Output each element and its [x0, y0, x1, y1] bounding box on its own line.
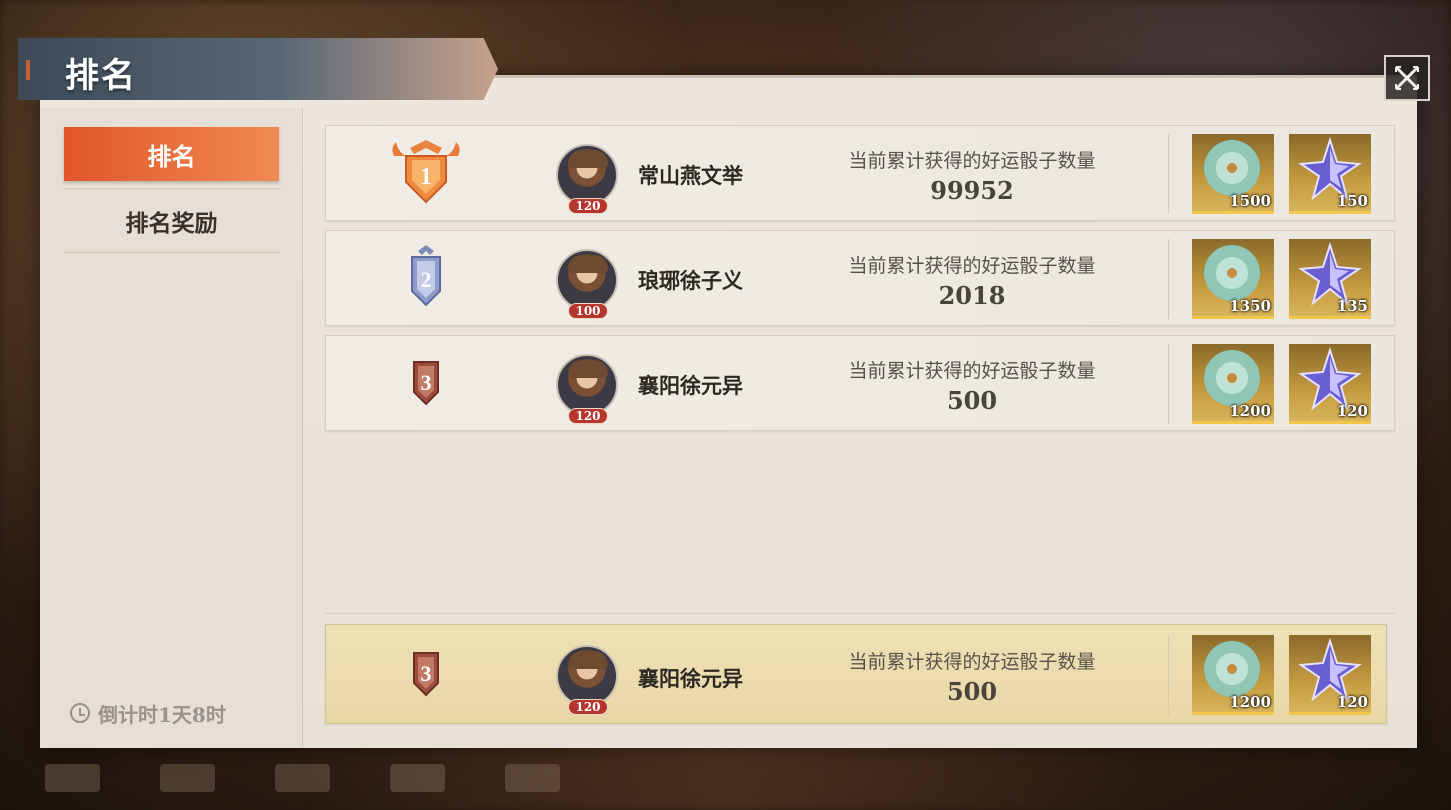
reward-item[interactable]: 1200 [1192, 344, 1274, 424]
reward-count: 135 [1336, 297, 1368, 315]
self-ranking-row: 3 120 襄阳徐元异 当前累计获得的好运骰子数量 500 1200 120 [325, 624, 1387, 724]
sidebar: 排名 排名奖励 倒计时1天8时 [40, 108, 303, 748]
rank-badge-gold-icon: 1 [388, 138, 464, 208]
jade-disc-icon [1204, 641, 1260, 697]
reward-count: 1200 [1229, 402, 1271, 420]
close-button[interactable] [1384, 55, 1430, 101]
rank-number: 3 [421, 370, 432, 395]
avatar[interactable] [556, 144, 618, 206]
reward-item[interactable]: 150 [1289, 134, 1371, 214]
divider [1168, 134, 1169, 214]
rank-number: 3 [421, 661, 432, 686]
level-badge: 120 [568, 198, 608, 214]
rank-number: 2 [421, 267, 432, 292]
player-name: 襄阳徐元异 [638, 666, 743, 691]
rank-badge-bronze-icon: 3 [388, 348, 464, 418]
avatar[interactable] [556, 645, 618, 707]
divider [1168, 239, 1169, 319]
ranking-row: 2 100 琅琊徐子义 当前累计获得的好运骰子数量 2018 1350 135 [325, 230, 1395, 326]
reward-item[interactable]: 1350 [1192, 239, 1274, 319]
jade-disc-icon [1204, 350, 1260, 406]
avatar[interactable] [556, 354, 618, 416]
player-name: 琅琊徐子义 [638, 268, 743, 293]
ranking-row: 1 120 常山燕文举 当前累计获得的好运骰子数量 99952 1500 150 [325, 125, 1395, 221]
jade-disc-icon [1204, 140, 1260, 196]
close-icon [1394, 65, 1420, 91]
stat-value: 500 [946, 386, 998, 415]
reward-count: 120 [1336, 402, 1368, 420]
jade-disc-icon [1204, 245, 1260, 301]
sidebar-tab-ranking[interactable]: 排名 [64, 127, 279, 181]
level-badge: 100 [568, 303, 608, 319]
rank-number: 1 [420, 164, 432, 190]
divider [325, 613, 1395, 614]
divider [64, 188, 279, 189]
level-badge: 120 [568, 408, 608, 424]
reward-count: 120 [1336, 693, 1368, 711]
reward-count: 1500 [1229, 192, 1271, 210]
stat-label: 当前累计获得的好运骰子数量 [848, 255, 1096, 277]
player-name: 常山燕文举 [638, 163, 743, 188]
player-name: 襄阳徐元异 [638, 373, 743, 398]
reward-count: 150 [1336, 192, 1368, 210]
reward-item[interactable]: 1500 [1192, 134, 1274, 214]
stat-label: 当前累计获得的好运骰子数量 [848, 651, 1096, 673]
countdown-text: 倒计时1天8时 [98, 702, 226, 727]
stat-label: 当前累计获得的好运骰子数量 [848, 360, 1096, 382]
reward-item[interactable]: 120 [1289, 635, 1371, 715]
reward-count: 1200 [1229, 693, 1271, 711]
stat-value: 99952 [930, 176, 1014, 205]
divider [64, 252, 279, 253]
ranking-row: 3 120 襄阳徐元异 当前累计获得的好运骰子数量 500 1200 120 [325, 335, 1395, 431]
sidebar-tab-ranking-rewards[interactable]: 排名奖励 [64, 194, 279, 248]
divider [1168, 635, 1169, 715]
countdown-timer: 倒计时1天8时 [70, 698, 226, 728]
stat-value: 2018 [938, 281, 1006, 310]
avatar[interactable] [556, 249, 618, 311]
stat-value: 500 [946, 677, 998, 706]
divider [1168, 344, 1169, 424]
reward-item[interactable]: 120 [1289, 344, 1371, 424]
rank-badge-bronze-icon: 3 [388, 639, 464, 709]
level-badge: 120 [568, 699, 608, 715]
stat-label: 当前累计获得的好运骰子数量 [848, 150, 1096, 172]
reward-count: 1350 [1229, 297, 1271, 315]
reward-item[interactable]: 135 [1289, 239, 1371, 319]
clock-icon [70, 703, 90, 723]
background-bottom-bar [0, 745, 1451, 810]
page-title: 排名 [65, 56, 137, 96]
reward-item[interactable]: 1200 [1192, 635, 1274, 715]
rank-badge-silver-icon: 2 [388, 243, 464, 313]
